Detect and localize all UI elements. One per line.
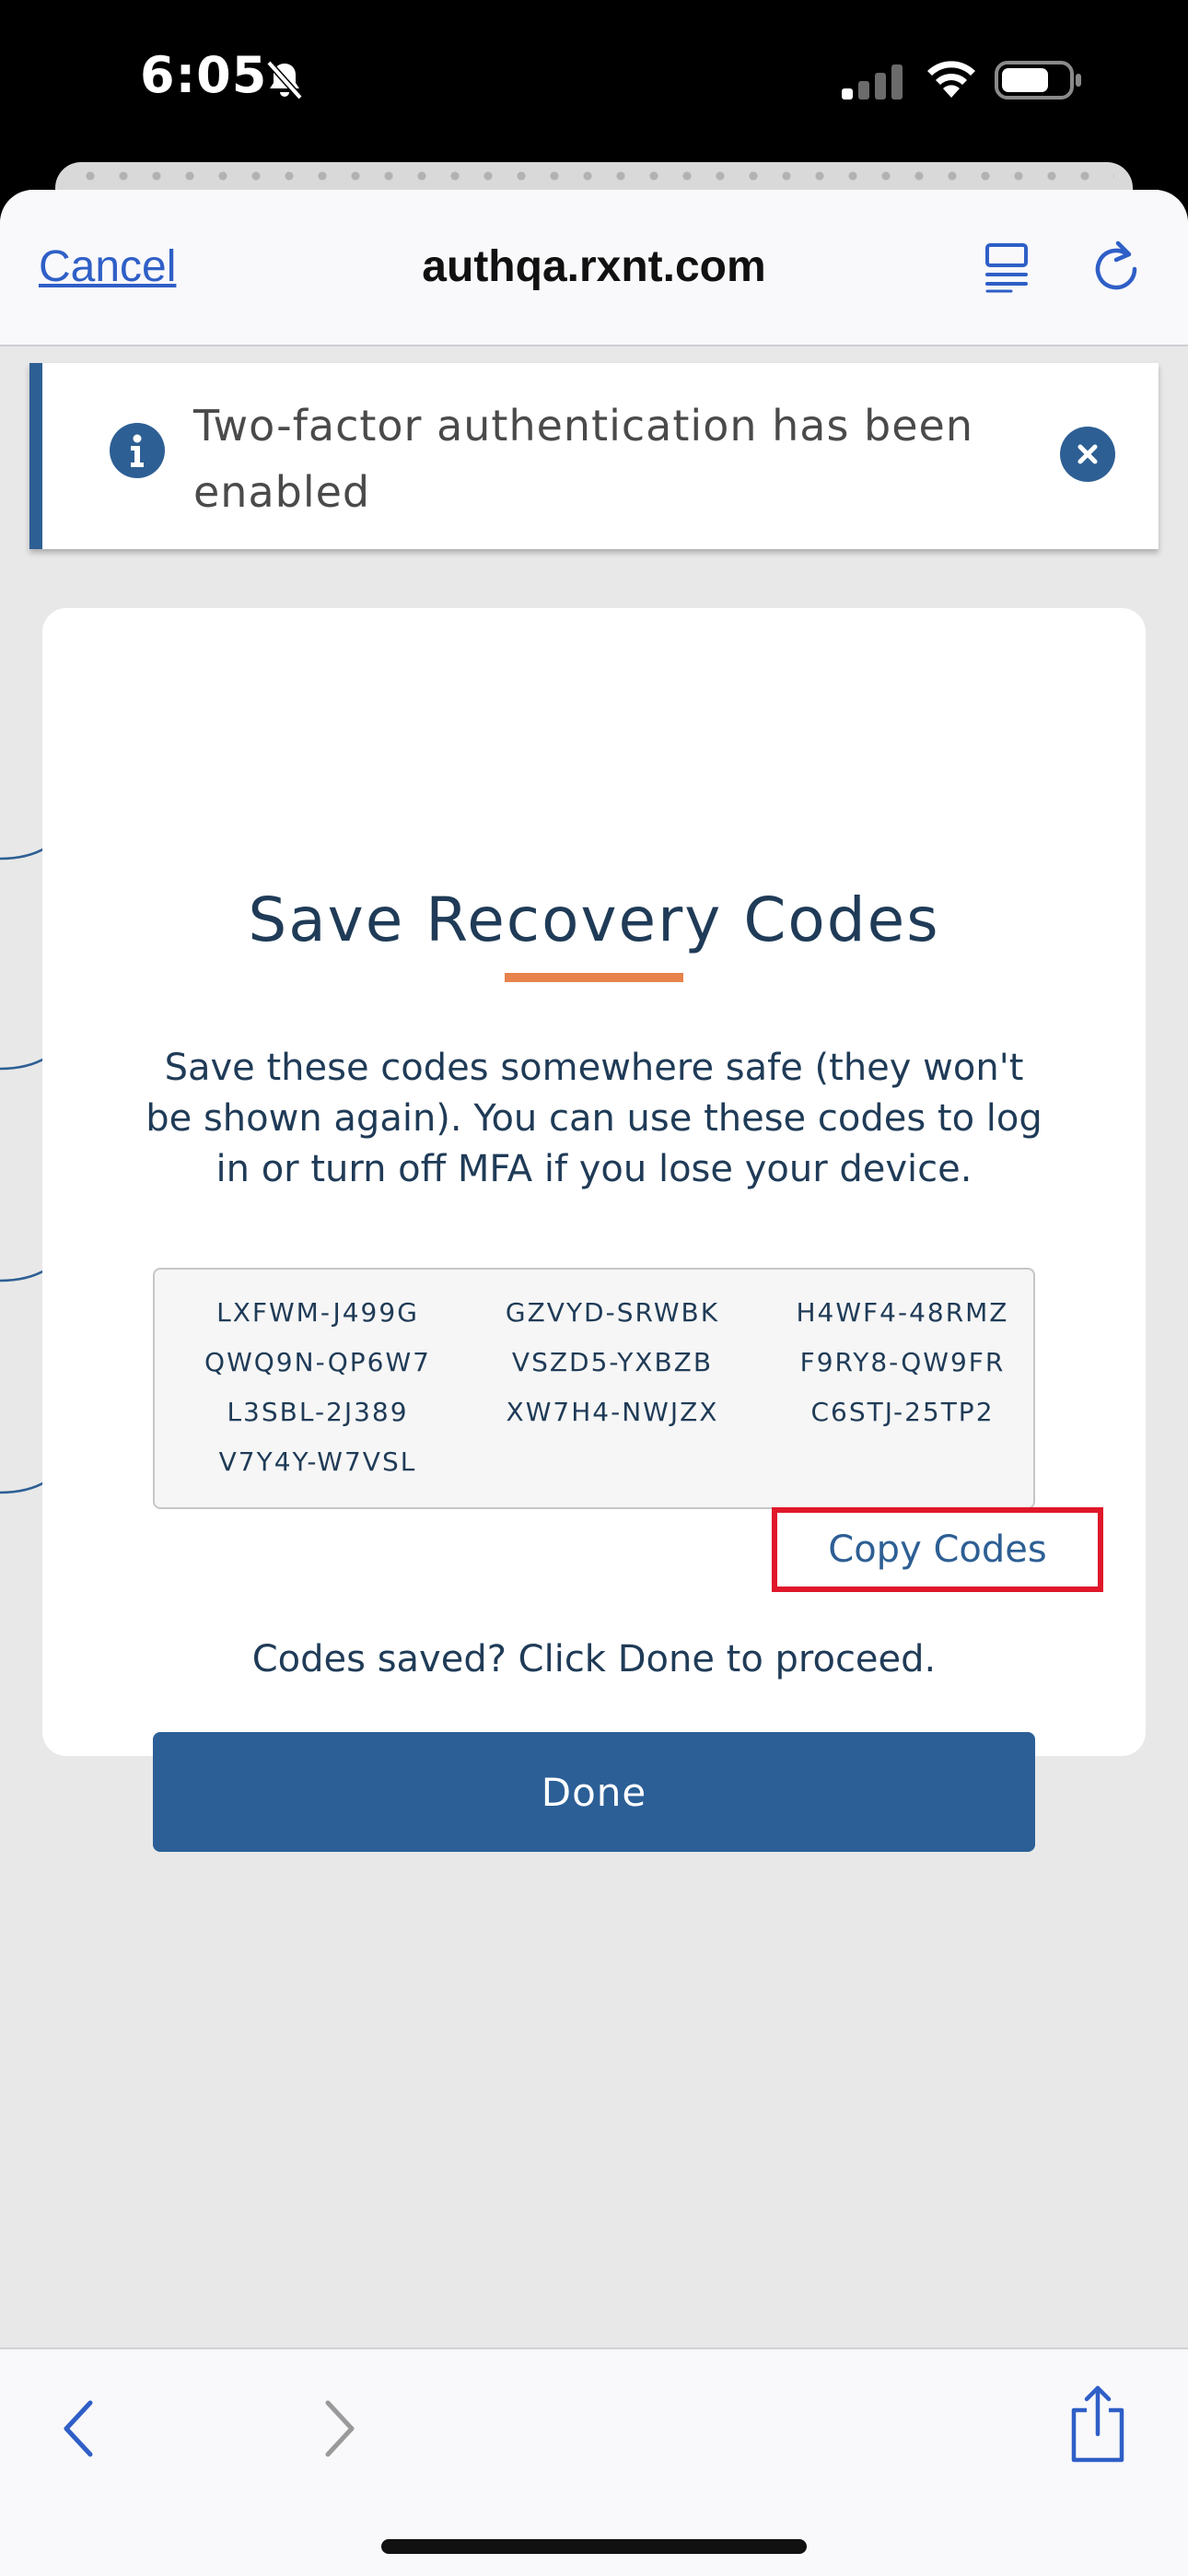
url-title: authqa.rxnt.com xyxy=(422,242,766,291)
home-indicator xyxy=(381,2539,807,2554)
cellular-signal-icon xyxy=(842,64,903,100)
recovery-code: LXFWM-J499G xyxy=(216,1297,419,1328)
back-arrow-icon[interactable] xyxy=(57,2395,101,2462)
done-button[interactable]: Done xyxy=(153,1732,1035,1852)
card-description: Save these codes somewhere safe (they wo… xyxy=(146,1047,1042,1190)
share-icon[interactable] xyxy=(1068,2383,1127,2465)
recovery-codes-card: Save Recovery Codes Save these codes som… xyxy=(42,608,1146,1852)
reader-mode-icon[interactable] xyxy=(984,241,1030,293)
battery-icon xyxy=(995,61,1081,100)
reload-icon[interactable] xyxy=(1090,238,1142,293)
background-sheet-texture xyxy=(74,171,1114,181)
codes-grid: LXFWM-J499G GZVYD-SRWBK H4WF4-48RMZ QWQ9… xyxy=(175,1295,1041,1480)
recovery-code: GZVYD-SRWBK xyxy=(505,1297,720,1328)
cancel-button[interactable]: Cancel xyxy=(39,241,176,292)
title-underline xyxy=(505,973,683,982)
recovery-code: VSZD5-YXBZB xyxy=(511,1347,714,1377)
close-icon[interactable] xyxy=(1059,426,1116,483)
card-title: Save Recovery Codes xyxy=(248,884,940,955)
codes-box: LXFWM-J499G GZVYD-SRWBK H4WF4-48RMZ QWQ9… xyxy=(153,1268,1035,1509)
recovery-code: C6STJ-25TP2 xyxy=(810,1397,995,1427)
wifi-icon xyxy=(927,61,975,98)
status-time: 6:05 xyxy=(140,46,268,104)
codes-saved-note: Codes saved? Click Done to proceed. xyxy=(251,1638,937,1680)
recovery-code: V7Y4Y-W7VSL xyxy=(218,1446,417,1477)
info-icon xyxy=(110,423,165,478)
recovery-code: XW7H4-NWJZX xyxy=(506,1397,719,1427)
forward-arrow-icon[interactable] xyxy=(317,2395,361,2462)
bell-slash-icon xyxy=(266,60,303,100)
status-bar: 6:05 xyxy=(0,0,1188,184)
recovery-code: L3SBL-2J389 xyxy=(227,1397,409,1427)
copy-codes-button[interactable]: Copy Codes xyxy=(772,1507,1103,1592)
recovery-code: QWQ9N-QP6W7 xyxy=(204,1347,431,1377)
recovery-code: H4WF4-48RMZ xyxy=(796,1297,1009,1328)
alert-message: Two-factor authentication has been enabl… xyxy=(193,401,973,517)
alert-banner: Two-factor authentication has been enabl… xyxy=(29,363,1159,549)
recovery-code: F9RY8-QW9FR xyxy=(799,1347,1006,1377)
browser-nav-bar: Cancel authqa.rxnt.com xyxy=(0,190,1188,346)
